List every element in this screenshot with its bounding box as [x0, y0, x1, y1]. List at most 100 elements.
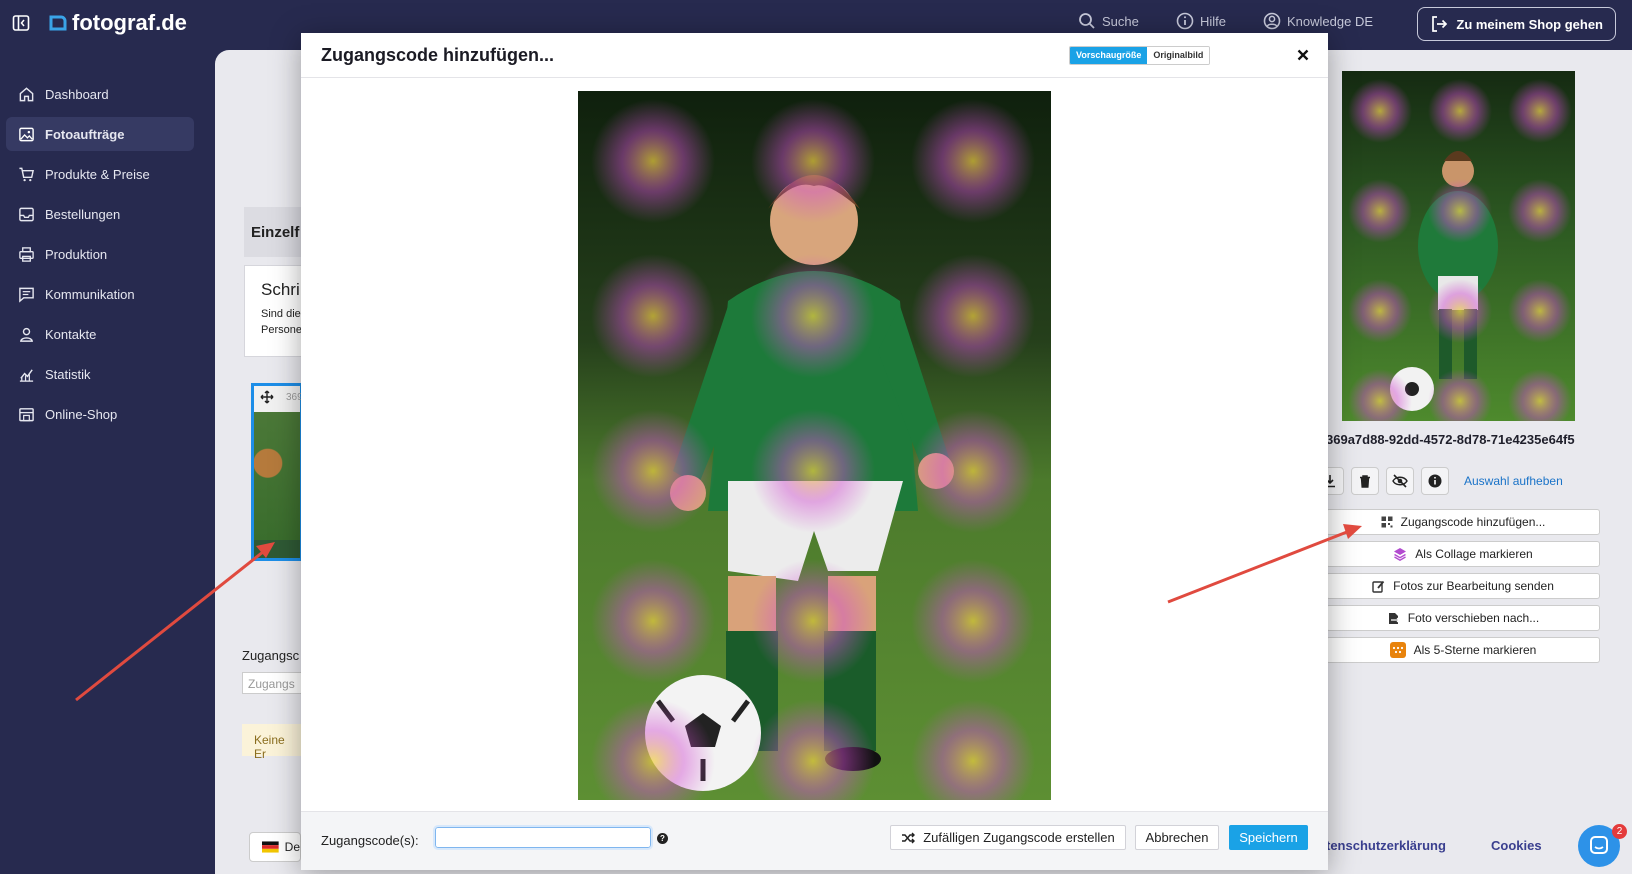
sidebar-item-label: Statistik: [45, 366, 91, 382]
message-icon: [19, 287, 34, 303]
section-title: Einzelf: [244, 207, 304, 257]
nav-search-label: Suche: [1102, 13, 1139, 29]
home-icon: [19, 86, 34, 101]
action-label: Fotos zur Bearbeitung senden: [1393, 579, 1554, 593]
person-icon: [20, 327, 33, 342]
logout-icon: [1432, 16, 1448, 32]
cart-icon: [19, 167, 34, 181]
nav-help-label: Hilfe: [1200, 13, 1227, 29]
access-code-input[interactable]: [433, 825, 653, 850]
info-icon: [1176, 12, 1194, 30]
detail-photo-image: [1342, 71, 1575, 421]
size-preview-option[interactable]: Vorschaugröße: [1070, 47, 1148, 64]
search-icon: [1079, 13, 1095, 29]
size-original-option[interactable]: Originalbild: [1147, 47, 1210, 64]
info-button[interactable]: [1421, 467, 1449, 495]
info-card-line: Persone: [261, 324, 302, 336]
sidebar-item-dashboard[interactable]: Dashboard: [6, 77, 194, 111]
size-toggle: Vorschaugröße Originalbild: [1069, 46, 1211, 65]
sidebar-item-label: Dashboard: [45, 86, 109, 102]
nav-search[interactable]: Suche: [1078, 12, 1139, 30]
chart-icon: [19, 368, 34, 382]
go-to-shop-label: Zu meinem Shop gehen: [1456, 16, 1603, 32]
sidebar-item-kommunikation[interactable]: Kommunikation: [6, 277, 194, 311]
preview-image: [578, 91, 1051, 800]
inbox-icon: [19, 207, 34, 221]
mark-collage-button[interactable]: Als Collage markieren: [1326, 541, 1600, 567]
shuffle-icon: [902, 832, 916, 843]
info-card: Schri Sind die Persone: [244, 265, 304, 357]
send-for-editing-button[interactable]: Fotos zur Bearbeitung senden: [1326, 573, 1600, 599]
language-select[interactable]: De: [249, 832, 301, 862]
add-access-code-button[interactable]: Zugangscode hinzufügen...: [1326, 509, 1600, 535]
delete-button[interactable]: [1351, 467, 1379, 495]
sidebar-item-produkte[interactable]: Produkte & Preise: [6, 157, 194, 191]
go-to-shop-button[interactable]: Zu meinem Shop gehen: [1417, 7, 1616, 41]
german-flag-icon: [262, 841, 279, 853]
sidebar: Dashboard Fotoaufträge Produkte & Preise…: [0, 48, 200, 874]
sidebar-item-label: Produktion: [45, 246, 108, 262]
info-card-line: Sind die: [261, 308, 301, 320]
action-label: Als 5-Sterne markieren: [1413, 643, 1537, 657]
sidebar-item-online-shop[interactable]: Online-Shop: [6, 397, 194, 431]
empty-alert: Keine Er: [242, 724, 302, 761]
edit-icon: [1372, 580, 1385, 593]
sidebar-item-label: Fotoaufträge: [45, 126, 125, 142]
deselect-link[interactable]: Auswahl aufheben: [1464, 474, 1563, 488]
qr-grid-icon: [1381, 516, 1393, 528]
sidebar-item-kontakte[interactable]: Kontakte: [6, 317, 194, 351]
language-label: De: [284, 840, 300, 854]
info-card-text: Sind die Persone: [261, 306, 303, 338]
access-code-modal: Zugangscode hinzufügen... Vorschaugröße …: [301, 33, 1328, 870]
zugangscode-label: Zugangsc: [242, 648, 300, 663]
sidebar-item-label: Online-Shop: [45, 406, 118, 422]
zugangscode-field[interactable]: Zugangs: [242, 672, 302, 694]
move-icon[interactable]: [260, 390, 274, 404]
access-code-label: Zugangscode(s):: [321, 833, 419, 848]
trash-icon: [1360, 475, 1370, 488]
nav-help[interactable]: Hilfe: [1176, 12, 1226, 30]
user-circle-icon: [1263, 12, 1281, 30]
modal-header: Zugangscode hinzufügen... Vorschaugröße …: [301, 33, 1328, 78]
printer-icon: [19, 246, 34, 262]
mark-5-stars-button[interactable]: Als 5-Sterne markieren: [1326, 637, 1600, 663]
sidebar-item-label: Kontakte: [45, 326, 97, 342]
privacy-link[interactable]: tenschutzerklärung: [1326, 838, 1446, 853]
sidebar-item-label: Kommunikation: [45, 286, 135, 302]
file-move-icon: [1388, 612, 1400, 624]
sidebar-item-fotoauftraege[interactable]: Fotoaufträge: [6, 117, 194, 151]
save-button[interactable]: Speichern: [1229, 825, 1308, 850]
logo[interactable]: fotograf.de: [48, 10, 187, 36]
logo-mark-icon: [49, 15, 67, 31]
cancel-button[interactable]: Abbrechen: [1135, 825, 1219, 850]
sidebar-item-statistik[interactable]: Statistik: [6, 357, 194, 391]
random-code-label: Zufälligen Zugangscode erstellen: [923, 830, 1115, 845]
logo-text: fotograf.de: [72, 10, 187, 35]
photo-preview: [578, 91, 1051, 800]
sidebar-item-label: Bestellungen: [45, 206, 121, 222]
move-photo-button[interactable]: Foto verschieben nach...: [1326, 605, 1600, 631]
nav-account[interactable]: Knowledge DE: [1263, 12, 1373, 30]
sidebar-item-label: Produkte & Preise: [45, 166, 150, 182]
close-icon[interactable]: [1293, 45, 1313, 65]
action-label: Foto verschieben nach...: [1407, 611, 1540, 625]
file-id: 369a7d88-92dd-4572-8d78-71e4235e64f5: [1326, 432, 1575, 447]
action-label: Als Collage markieren: [1415, 547, 1533, 561]
thumbnail-image: [254, 412, 300, 540]
selected-photo-thumbnail[interactable]: 369: [251, 383, 303, 561]
help-icon[interactable]: ?: [657, 833, 668, 844]
store-icon: [19, 407, 34, 421]
sidebar-toggle-icon[interactable]: [12, 14, 30, 32]
info-filled-icon: [1428, 474, 1442, 488]
modal-footer: Zugangscode(s): ? Zufälligen Zugangscode…: [301, 811, 1328, 870]
sidebar-item-produktion[interactable]: Produktion: [6, 237, 194, 271]
thumbnail-bar: 369: [254, 386, 303, 412]
hide-button[interactable]: [1386, 467, 1414, 495]
sidebar-item-bestellungen[interactable]: Bestellungen: [6, 197, 194, 231]
random-code-button[interactable]: Zufälligen Zugangscode erstellen: [890, 825, 1126, 850]
action-label: Zugangscode hinzufügen...: [1400, 515, 1546, 529]
eye-slash-icon: [1392, 474, 1408, 488]
cookies-link[interactable]: Cookies: [1491, 838, 1542, 853]
chat-badge: 2: [1612, 824, 1627, 839]
detail-photo: [1342, 71, 1575, 421]
